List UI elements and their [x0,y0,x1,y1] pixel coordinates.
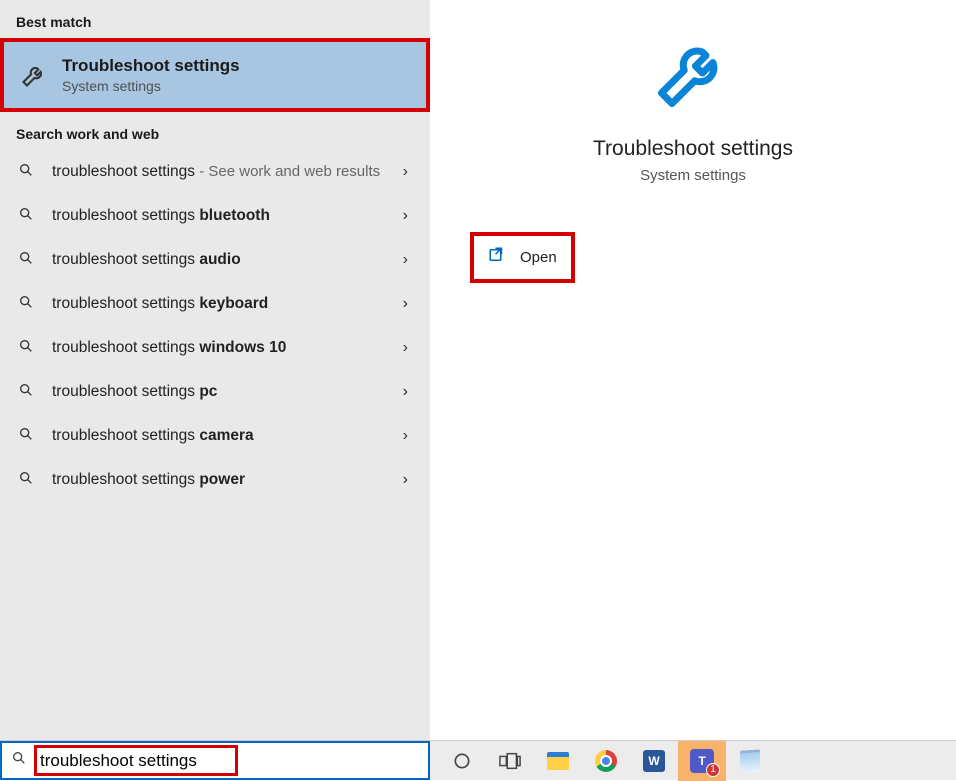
word-button[interactable]: W [630,741,678,781]
cortana-button[interactable] [438,741,486,781]
suggestion-item[interactable]: troubleshoot settings bluetooth› [0,194,430,238]
wrench-icon [651,30,735,119]
chrome-icon [595,750,617,772]
preview-title: Troubleshoot settings [593,137,793,161]
suggestion-item[interactable]: troubleshoot settings power› [0,458,430,502]
suggestion-text: troubleshoot settings keyboard [52,295,403,313]
suggestion-item[interactable]: troubleshoot settings windows 10› [0,326,430,370]
best-match-result[interactable]: Troubleshoot settings System settings [0,38,430,112]
search-icon [18,162,40,183]
search-icon [18,426,40,447]
word-icon: W [643,750,665,772]
best-match-header: Best match [0,0,430,38]
sticky-notes-icon [740,749,760,772]
search-icon [18,338,40,359]
teams-button[interactable]: T 1 [678,741,726,781]
search-icon [18,470,40,491]
suggestion-item[interactable]: troubleshoot settings keyboard› [0,282,430,326]
file-explorer-icon [547,752,569,770]
suggestion-text: troubleshoot settings camera [52,427,403,445]
chevron-right-icon: › [403,471,414,489]
chevron-right-icon: › [403,207,414,225]
chevron-right-icon: › [403,383,414,401]
best-match-subtitle: System settings [62,78,240,94]
sticky-notes-button[interactable] [726,741,774,781]
search-icon [18,206,40,227]
chevron-right-icon: › [403,427,414,445]
search-icon [18,382,40,403]
open-icon [488,246,506,269]
open-button[interactable]: Open [470,232,575,283]
taskbar-search[interactable] [0,741,430,780]
task-view-button[interactable] [486,741,534,781]
best-match-text: Troubleshoot settings System settings [62,56,240,94]
search-input[interactable] [36,745,428,777]
suggestion-text: troubleshoot settings bluetooth [52,207,403,225]
suggestion-item[interactable]: troubleshoot settings audio› [0,238,430,282]
suggestion-text: troubleshoot settings - See work and web… [52,163,403,181]
suggestion-text: troubleshoot settings windows 10 [52,339,403,357]
file-explorer-button[interactable] [534,741,582,781]
preview-panel: Troubleshoot settings System settings Op… [430,0,956,740]
taskbar-apps: W T 1 [430,741,956,780]
results-panel: Best match Troubleshoot settings System … [0,0,430,740]
suggestion-item[interactable]: troubleshoot settings pc› [0,370,430,414]
chrome-button[interactable] [582,741,630,781]
suggestion-text: troubleshoot settings audio [52,251,403,269]
chevron-right-icon: › [403,339,414,357]
search-icon [18,250,40,271]
chevron-right-icon: › [403,163,414,181]
taskbar: W T 1 [0,740,956,780]
suggestion-text: troubleshoot settings pc [52,383,403,401]
chevron-right-icon: › [403,251,414,269]
chevron-right-icon: › [403,295,414,313]
actions: Open [430,184,956,283]
notification-badge: 1 [706,763,720,777]
search-icon [2,750,36,771]
open-label: Open [520,249,557,266]
preview-subtitle: System settings [640,167,746,184]
wrench-icon [20,61,48,89]
start-menu-search: Best match Troubleshoot settings System … [0,0,956,740]
search-web-header: Search work and web [0,112,430,150]
suggestion-item[interactable]: troubleshoot settings - See work and web… [0,150,430,194]
suggestion-item[interactable]: troubleshoot settings camera› [0,414,430,458]
search-icon [18,294,40,315]
suggestion-text: troubleshoot settings power [52,471,403,489]
suggestion-list: troubleshoot settings - See work and web… [0,150,430,502]
best-match-title: Troubleshoot settings [62,56,240,76]
